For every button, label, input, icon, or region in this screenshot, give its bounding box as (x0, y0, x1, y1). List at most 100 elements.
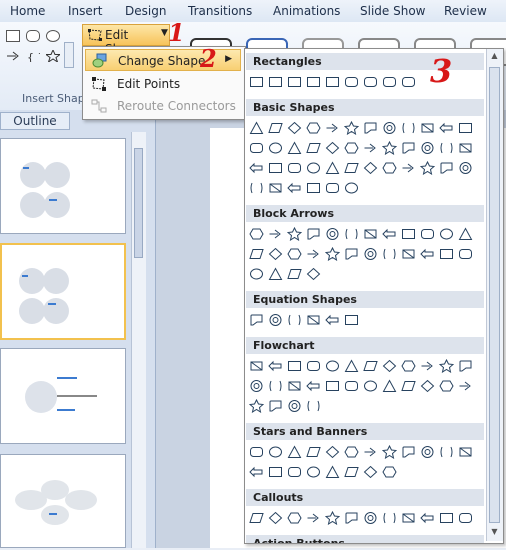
shape-option-icon[interactable] (285, 225, 303, 243)
shape-option-icon[interactable] (323, 377, 341, 395)
shape-option-icon[interactable] (247, 245, 265, 263)
shape-option-icon[interactable] (342, 179, 360, 197)
slide-thumbnail[interactable] (0, 348, 126, 444)
shape-option-icon[interactable] (304, 443, 322, 461)
shape-option-icon[interactable] (380, 245, 398, 263)
shape-option-icon[interactable] (399, 225, 417, 243)
tab-insert[interactable]: Insert (68, 4, 102, 18)
rectangle-shape-thumb[interactable] (6, 30, 20, 42)
shape-option-icon[interactable] (285, 179, 303, 197)
tab-design[interactable]: Design (125, 4, 166, 18)
shape-option-icon[interactable] (456, 443, 474, 461)
shape-option-icon[interactable] (380, 509, 398, 527)
shape-option-icon[interactable] (418, 139, 436, 157)
shape-option-icon[interactable] (437, 357, 455, 375)
shape-option-icon[interactable] (342, 377, 360, 395)
shape-option-icon[interactable] (304, 179, 322, 197)
shape-option-icon[interactable] (247, 311, 265, 329)
shape-option-icon[interactable] (456, 225, 474, 243)
shape-option-icon[interactable] (380, 357, 398, 375)
shape-option-icon[interactable] (456, 357, 474, 375)
shape-option-icon[interactable] (285, 245, 303, 263)
shape-option-icon[interactable] (437, 159, 455, 177)
scrollbar-thumb[interactable] (134, 148, 143, 258)
shape-option-icon[interactable] (437, 119, 455, 137)
scrollbar-thumb[interactable] (489, 67, 500, 523)
shape-option-icon[interactable] (399, 159, 417, 177)
shape-option-icon[interactable] (304, 139, 322, 157)
shape-option-icon[interactable] (247, 225, 265, 243)
shape-option-icon[interactable] (380, 463, 398, 481)
slide-thumbnail[interactable] (0, 138, 126, 234)
shape-option-icon[interactable] (399, 443, 417, 461)
shape-option-icon[interactable] (342, 139, 360, 157)
shape-option-icon[interactable] (342, 509, 360, 527)
shape-option-icon[interactable] (437, 509, 455, 527)
shape-option-icon[interactable] (323, 119, 341, 137)
oval-shape-thumb[interactable] (46, 30, 60, 42)
shape-option-icon[interactable] (380, 73, 398, 91)
shape-option-icon[interactable] (361, 357, 379, 375)
shape-option-icon[interactable] (380, 443, 398, 461)
shape-option-icon[interactable] (266, 463, 284, 481)
shape-option-icon[interactable] (285, 159, 303, 177)
shape-option-icon[interactable] (456, 139, 474, 157)
shape-option-icon[interactable] (399, 119, 417, 137)
shape-option-icon[interactable] (361, 509, 379, 527)
shape-option-icon[interactable] (456, 245, 474, 263)
shape-option-icon[interactable] (399, 245, 417, 263)
shape-option-icon[interactable] (456, 509, 474, 527)
shape-option-icon[interactable] (456, 377, 474, 395)
shape-option-icon[interactable] (247, 509, 265, 527)
shape-option-icon[interactable] (323, 311, 341, 329)
shape-option-icon[interactable] (323, 463, 341, 481)
shape-option-icon[interactable] (323, 245, 341, 263)
shape-option-icon[interactable] (380, 377, 398, 395)
shape-option-icon[interactable] (342, 119, 360, 137)
rounded-rectangle-shape-thumb[interactable] (26, 30, 40, 42)
shape-option-icon[interactable] (361, 119, 379, 137)
shape-option-icon[interactable] (285, 397, 303, 415)
shape-option-icon[interactable] (323, 509, 341, 527)
shape-option-icon[interactable] (266, 377, 284, 395)
shape-option-icon[interactable] (247, 265, 265, 283)
slides-panel-scrollbar[interactable] (131, 132, 146, 548)
shape-option-icon[interactable] (418, 159, 436, 177)
shape-option-icon[interactable] (437, 139, 455, 157)
mini-gallery-more-button[interactable] (64, 42, 74, 68)
shape-option-icon[interactable] (266, 397, 284, 415)
shape-option-icon[interactable] (266, 357, 284, 375)
shape-option-icon[interactable] (418, 509, 436, 527)
tab-animations[interactable]: Animations (273, 4, 340, 18)
shape-option-icon[interactable] (285, 377, 303, 395)
gallery-scrollbar[interactable]: ▲ ▼ (486, 49, 503, 541)
brace-shape-thumb[interactable]: { } (26, 50, 45, 64)
shape-option-icon[interactable] (266, 139, 284, 157)
shape-option-icon[interactable] (304, 357, 322, 375)
shape-option-icon[interactable] (323, 73, 341, 91)
shape-option-icon[interactable] (323, 139, 341, 157)
edit-points-menu-item[interactable]: Edit Points (85, 73, 241, 95)
edit-shape-button[interactable]: Edit Shape ▼ (82, 24, 170, 56)
shape-option-icon[interactable] (437, 225, 455, 243)
shape-option-icon[interactable] (399, 73, 417, 91)
shape-option-icon[interactable] (285, 311, 303, 329)
scroll-up-icon[interactable]: ▲ (489, 51, 500, 63)
tab-outline[interactable]: Outline (0, 112, 70, 130)
shape-option-icon[interactable] (342, 159, 360, 177)
shape-option-icon[interactable] (304, 73, 322, 91)
shape-option-icon[interactable] (361, 73, 379, 91)
shape-option-icon[interactable] (418, 443, 436, 461)
tab-slide-show[interactable]: Slide Show (360, 4, 425, 18)
shape-option-icon[interactable] (304, 377, 322, 395)
shape-option-icon[interactable] (437, 443, 455, 461)
shape-option-icon[interactable] (342, 443, 360, 461)
shape-option-icon[interactable] (247, 73, 265, 91)
shape-option-icon[interactable] (266, 245, 284, 263)
shape-option-icon[interactable] (304, 311, 322, 329)
reroute-connectors-menu-item[interactable]: Reroute Connectors (85, 95, 241, 117)
star-shape-thumb[interactable] (44, 48, 62, 64)
shape-option-icon[interactable] (285, 509, 303, 527)
shape-option-icon[interactable] (323, 357, 341, 375)
slide-thumbnail[interactable] (0, 454, 126, 548)
